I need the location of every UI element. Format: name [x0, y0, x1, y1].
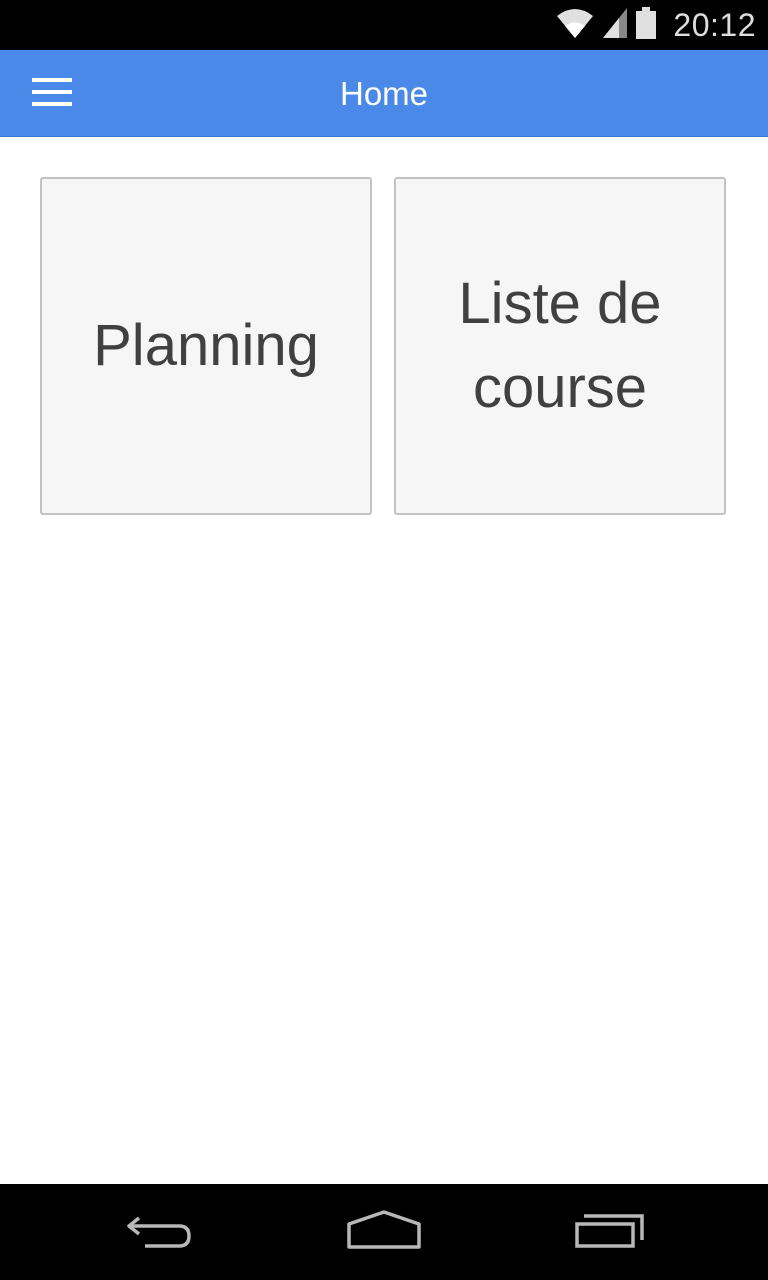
home-button[interactable] — [324, 1184, 444, 1280]
menu-button[interactable] — [22, 70, 82, 118]
status-time: 20:12 — [673, 6, 756, 43]
planning-tile[interactable]: Planning — [40, 177, 372, 515]
hamburger-menu-icon — [32, 77, 72, 112]
status-icons: 20:12 — [555, 0, 756, 50]
recent-apps-icon — [574, 1210, 646, 1255]
system-nav-bar — [0, 1184, 768, 1280]
back-button[interactable] — [100, 1184, 220, 1280]
planning-tile-label: Planning — [93, 313, 319, 378]
app-bar: Home — [0, 50, 768, 137]
main-content: Planning Liste de course — [0, 137, 768, 1184]
shopping-list-tile[interactable]: Liste de course — [394, 177, 726, 515]
home-icon — [346, 1209, 422, 1255]
recent-apps-button[interactable] — [550, 1184, 670, 1280]
shopping-list-tile-label: Liste de course — [458, 271, 662, 420]
cell-signal-icon — [601, 6, 629, 45]
battery-icon — [635, 6, 657, 45]
page-title: Home — [339, 75, 429, 112]
back-icon — [125, 1210, 195, 1255]
status-bar: 20:12 — [0, 0, 768, 50]
wifi-icon — [555, 6, 595, 45]
